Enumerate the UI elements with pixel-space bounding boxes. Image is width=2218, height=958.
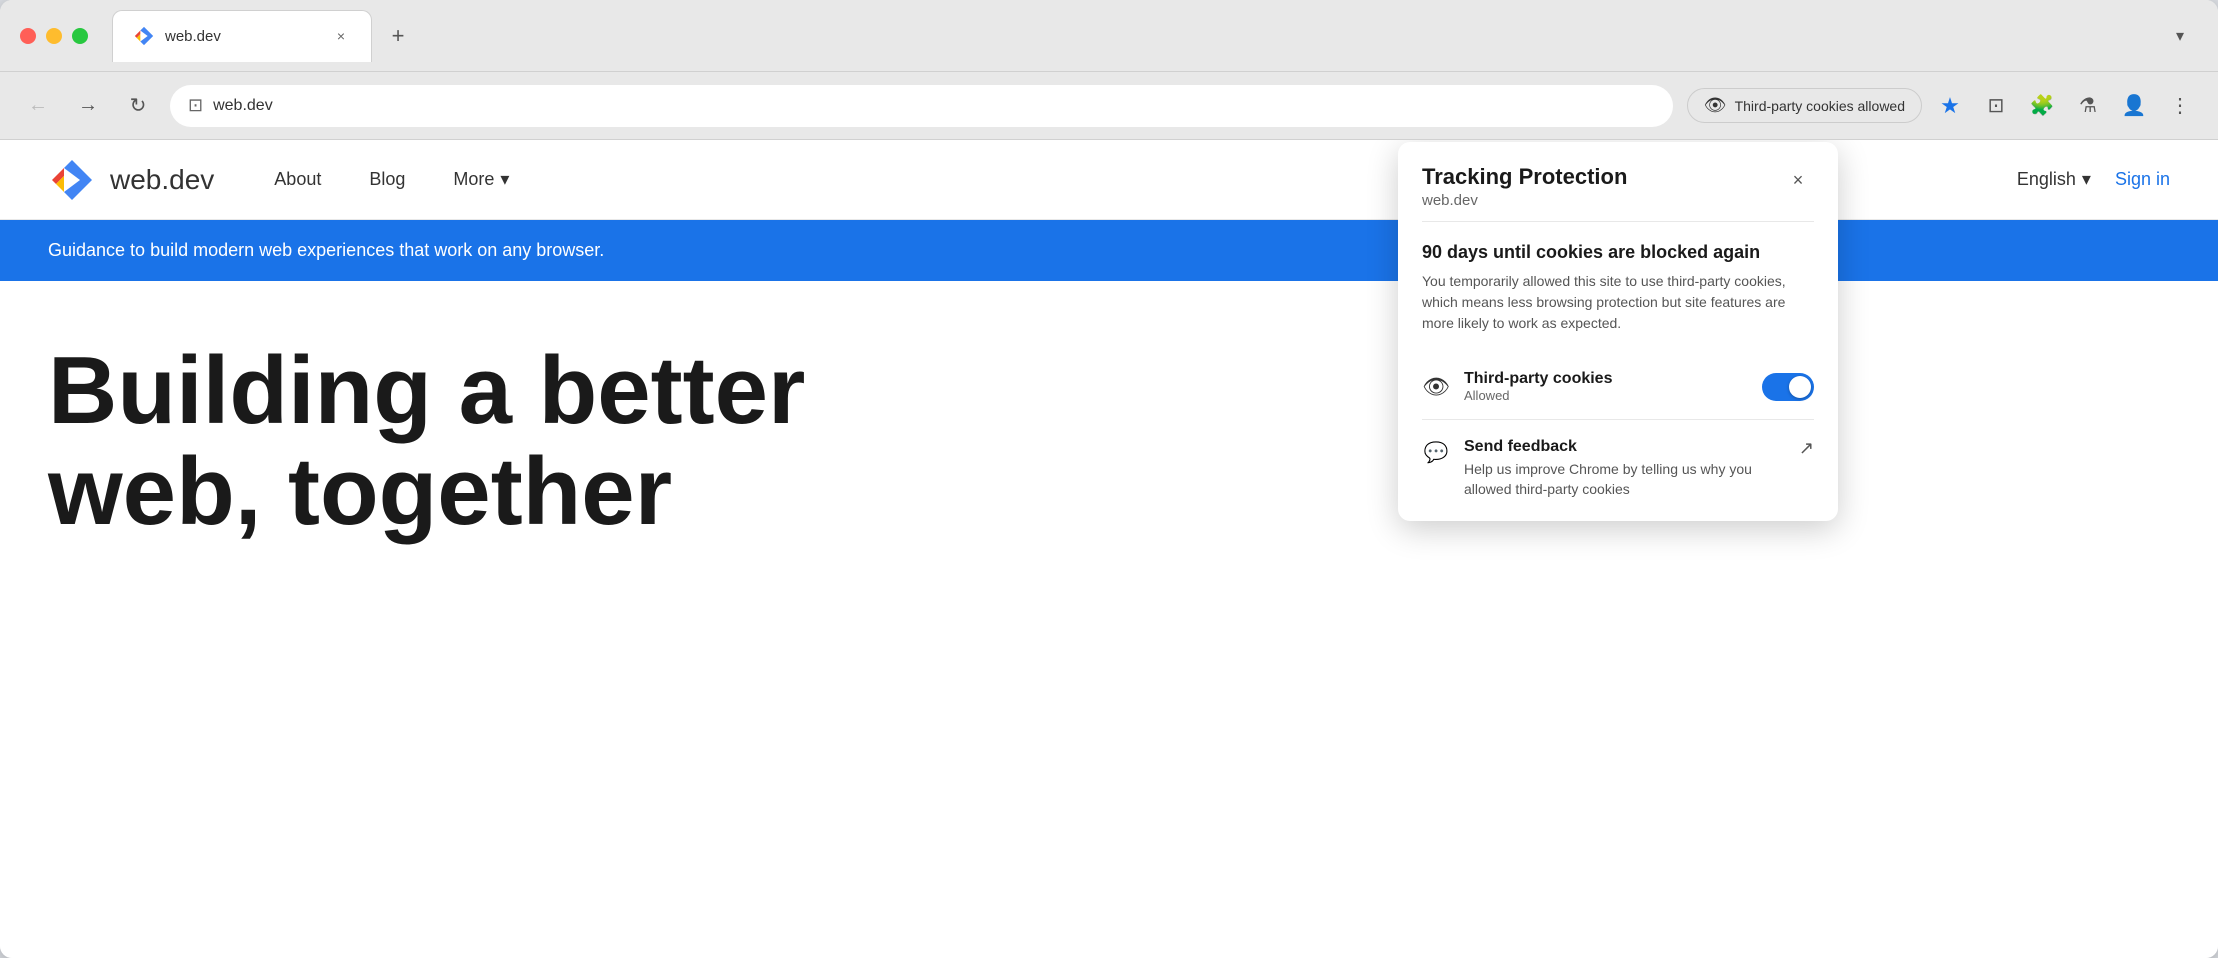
site-logo[interactable]: web.dev <box>48 156 214 204</box>
tab-bar: web.dev × + ▾ <box>112 10 2198 62</box>
menu-icon: ⋮ <box>2170 93 2190 118</box>
toolbar-right: 👁 Third-party cookies allowed ★ ⊡ 🧩 ⚗ 👤 … <box>1687 88 2198 124</box>
banner-text: Guidance to build modern web experiences… <box>48 240 604 260</box>
hero-title-line1: Building a better <box>48 337 805 444</box>
feedback-label: Send feedback <box>1464 438 1785 456</box>
tab-list-button[interactable]: ▾ <box>2162 18 2198 54</box>
address-url: web.dev <box>213 97 1655 115</box>
tracking-protection-popup: Tracking Protection web.dev × 90 days un… <box>1398 142 1838 521</box>
reload-icon: ↻ <box>130 93 147 118</box>
feedback-row: 💬 Send feedback Help us improve Chrome b… <box>1398 420 1838 521</box>
back-icon: ← <box>28 94 48 117</box>
popup-title: Tracking Protection <box>1422 164 1627 190</box>
active-tab[interactable]: web.dev × <box>112 10 372 62</box>
popup-title-group: Tracking Protection web.dev <box>1422 164 1627 209</box>
cookie-badge-label: Third-party cookies allowed <box>1735 98 1905 114</box>
screenshot-button[interactable]: ⊡ <box>1978 88 2014 124</box>
eye-icon: 👁 <box>1704 95 1727 116</box>
nav-about[interactable]: About <box>274 169 321 190</box>
cookie-label: Third-party cookies <box>1464 370 1748 388</box>
browser-window: web.dev × + ▾ ← → ↻ ⊡ web.dev 👁 Third-pa… <box>0 0 2218 958</box>
site-banner: Guidance to build modern web experiences… <box>0 220 2218 281</box>
bookmark-button[interactable]: ★ <box>1932 88 1968 124</box>
site-header: web.dev About Blog More ▾ English ▾ Sign… <box>0 140 2218 220</box>
popup-subtitle: web.dev <box>1422 192 1627 209</box>
cookie-toggle[interactable] <box>1762 373 1814 401</box>
address-security-icon: ⊡ <box>188 95 203 116</box>
cookie-toggle-row: 👁 Third-party cookies Allowed <box>1398 354 1838 419</box>
star-icon: ★ <box>1940 93 1960 119</box>
screenshot-icon: ⊡ <box>1988 93 2005 118</box>
nav-blog[interactable]: Blog <box>369 169 405 190</box>
hero-section: Building a better web, together <box>0 281 2218 603</box>
title-bar: web.dev × + ▾ <box>0 0 2218 72</box>
lab-button[interactable]: ⚗ <box>2070 88 2106 124</box>
tab-close-button[interactable]: × <box>331 26 351 46</box>
traffic-lights <box>20 28 88 44</box>
chevron-down-icon: ▾ <box>500 169 509 190</box>
language-button[interactable]: English ▾ <box>2017 169 2091 190</box>
page-content: web.dev About Blog More ▾ English ▾ Sign… <box>0 140 2218 958</box>
profile-button[interactable]: 👤 <box>2116 88 2152 124</box>
back-button[interactable]: ← <box>20 88 56 124</box>
cookie-info: Third-party cookies Allowed <box>1464 370 1748 403</box>
language-arrow-icon: ▾ <box>2082 169 2091 190</box>
hero-title: Building a better web, together <box>48 341 848 543</box>
maximize-window-button[interactable] <box>72 28 88 44</box>
popup-close-button[interactable]: × <box>1782 164 1814 196</box>
feedback-icon: 💬 <box>1422 440 1450 465</box>
cookies-warning-title: 90 days until cookies are blocked again <box>1422 242 1814 263</box>
hero-title-line2: web, together <box>48 438 672 545</box>
minimize-window-button[interactable] <box>46 28 62 44</box>
forward-button[interactable]: → <box>70 88 106 124</box>
nav-right: English ▾ Sign in <box>2017 169 2170 190</box>
popup-warning-section: 90 days until cookies are blocked again … <box>1398 222 1838 354</box>
cookies-warning-text: You temporarily allowed this site to use… <box>1422 271 1814 334</box>
feedback-info: Send feedback Help us improve Chrome by … <box>1464 438 1785 499</box>
external-link-icon[interactable]: ↗ <box>1799 438 1814 459</box>
site-logo-text: web.dev <box>110 164 214 196</box>
site-logo-icon <box>48 156 96 204</box>
tab-title: web.dev <box>165 28 321 45</box>
profile-icon: 👤 <box>2122 93 2147 118</box>
site-nav: About Blog More ▾ <box>274 169 509 190</box>
feedback-text: Help us improve Chrome by telling us why… <box>1464 460 1785 499</box>
lab-icon: ⚗ <box>2079 93 2097 118</box>
new-tab-button[interactable]: + <box>380 18 416 54</box>
forward-icon: → <box>78 94 98 117</box>
cookie-status: Allowed <box>1464 388 1748 403</box>
menu-button[interactable]: ⋮ <box>2162 88 2198 124</box>
language-label: English <box>2017 169 2076 190</box>
extensions-icon: 🧩 <box>2030 93 2055 118</box>
cookie-badge-button[interactable]: 👁 Third-party cookies allowed <box>1687 88 1922 123</box>
tab-favicon <box>133 25 155 47</box>
close-window-button[interactable] <box>20 28 36 44</box>
cookie-eye-icon: 👁 <box>1422 374 1450 400</box>
address-bar: ← → ↻ ⊡ web.dev 👁 Third-party cookies al… <box>0 72 2218 140</box>
extensions-button[interactable]: 🧩 <box>2024 88 2060 124</box>
sign-in-button[interactable]: Sign in <box>2115 169 2170 190</box>
popup-header: Tracking Protection web.dev × <box>1398 142 1838 221</box>
address-input[interactable]: ⊡ web.dev <box>170 85 1673 127</box>
reload-button[interactable]: ↻ <box>120 88 156 124</box>
nav-more[interactable]: More ▾ <box>453 169 509 190</box>
